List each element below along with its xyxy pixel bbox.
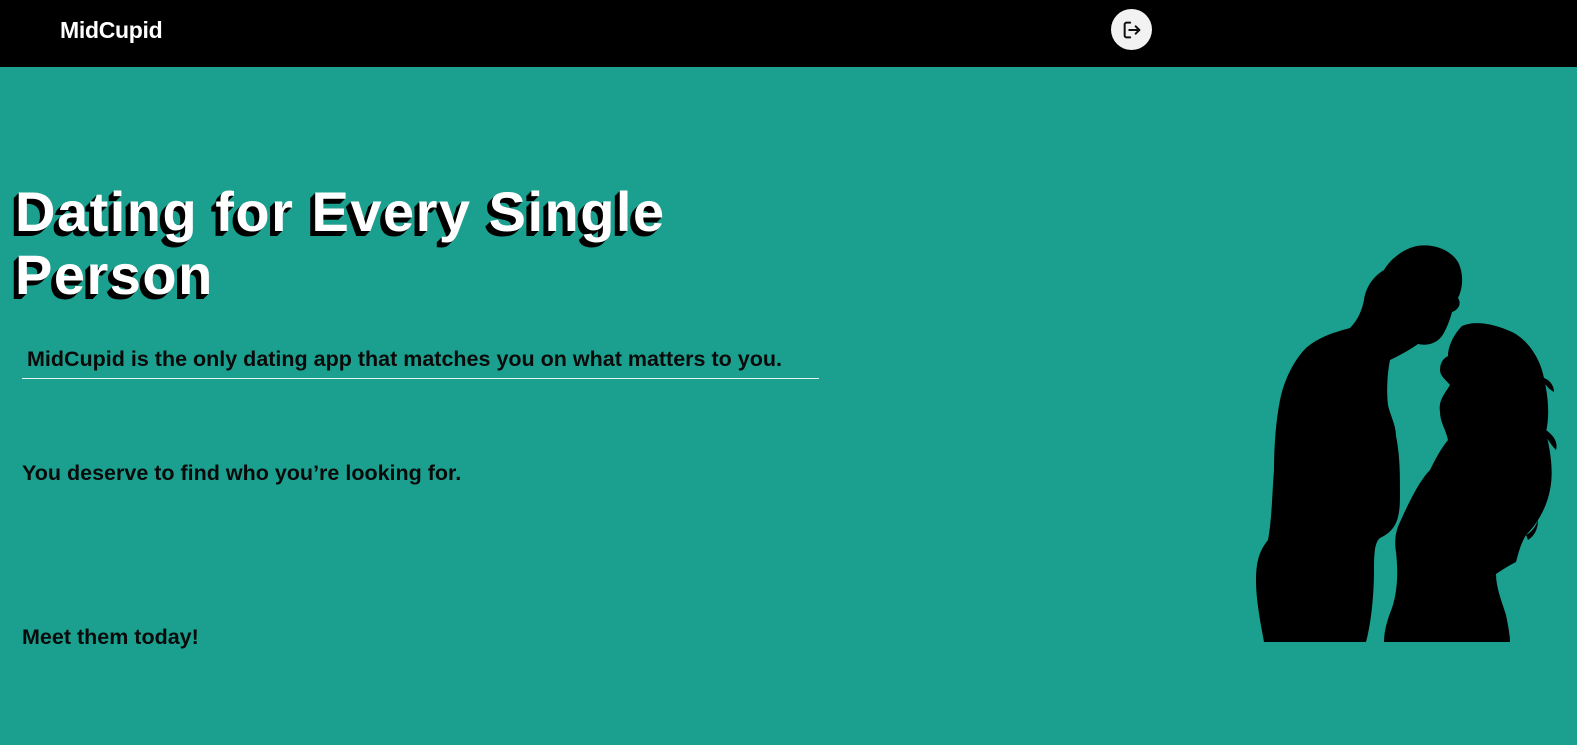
hero-subtext: You deserve to find who you’re looking f… [22, 461, 462, 485]
logout-button[interactable] [1111, 9, 1152, 50]
brand-logo-link[interactable]: MidCupid [60, 15, 163, 45]
hero-call-to-action-text: Meet them today! [22, 625, 199, 649]
couple-silhouette-image [1250, 240, 1560, 645]
hero-title: Dating for Every Single Person [15, 180, 666, 306]
top-navbar: MidCupid [0, 0, 1577, 67]
hero-tagline: MidCupid is the only dating app that mat… [22, 342, 819, 379]
logout-icon [1121, 19, 1143, 41]
